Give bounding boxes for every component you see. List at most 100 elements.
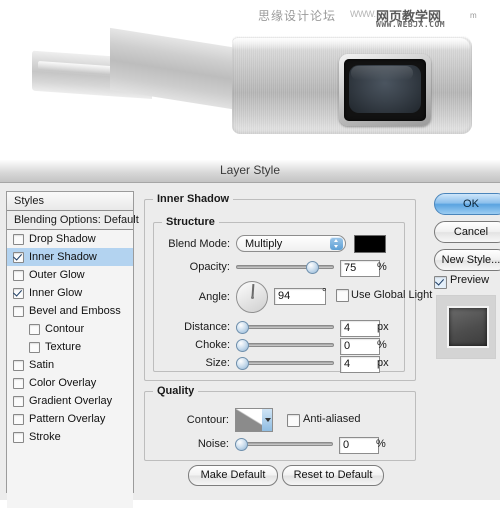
effect-checkbox[interactable] [13,269,24,281]
size-label: Size: [205,357,230,369]
blending-options-row[interactable]: Blending Options: Default [7,211,139,230]
effect-row[interactable]: Inner Glow [7,284,133,302]
distance-slider-thumb[interactable] [236,321,249,334]
effect-row[interactable]: Gradient Overlay [7,392,133,410]
effect-checkbox[interactable] [13,287,24,299]
effect-label: Outer Glow [29,269,85,281]
metallic-device-image [32,27,472,151]
effect-label: Contour [45,323,85,335]
preview-thumbnail [436,295,496,359]
angle-label: Angle: [198,291,230,303]
quality-group: Quality Contour: Anti-aliased Noise: 0 % [144,385,416,461]
effect-row[interactable]: Outer Glow [7,266,133,284]
choke-input[interactable]: 0 [340,338,380,355]
layer-style-dialog: Layer Style Styles Blending Options: Def… [0,160,500,508]
effect-label: Gradient Overlay [29,395,113,407]
effect-checkbox[interactable] [13,305,24,317]
size-slider-track [236,361,334,365]
inner-shadow-group: Inner Shadow Structure Blend Mode: Multi… [144,193,432,381]
shadow-color-swatch[interactable] [354,235,386,253]
noise-unit: % [376,438,386,450]
styles-panel: Styles Blending Options: Default Drop Sh… [6,191,139,508]
effect-checkbox[interactable] [13,431,24,443]
chevron-updown-icon [330,237,343,250]
size-unit: px [377,357,389,369]
effect-checkbox[interactable] [13,359,24,371]
angle-input[interactable]: 94 [274,288,326,305]
distance-input[interactable]: 4 [340,320,380,337]
blend-mode-label: Blend Mode: [168,238,230,250]
device-neck [110,27,250,112]
choke-slider-track [236,343,334,347]
opacity-slider-track [236,265,334,269]
choke-slider[interactable] [236,339,334,352]
distance-slider-track [236,325,334,329]
choke-label: Choke: [195,339,230,351]
effect-row[interactable]: Drop Shadow [7,230,133,248]
photo-area: 思缘设计论坛 WWW. 网页教学网 m WWW.WEBJX.COM [0,0,500,160]
device-screen-gloss [351,66,413,80]
use-global-light-checkbox[interactable] [336,289,349,302]
effect-row[interactable]: Stroke [7,428,133,446]
effect-row[interactable]: Texture [7,338,133,356]
effect-label: Drop Shadow [29,233,96,245]
device-screen-bezel [339,54,431,126]
distance-label: Distance: [184,321,230,333]
opacity-label: Opacity: [189,261,230,273]
opacity-slider-thumb[interactable] [306,261,319,274]
reset-to-default-button[interactable]: Reset to Default [282,465,384,486]
effect-checkbox[interactable] [13,251,24,263]
noise-slider-thumb[interactable] [235,438,248,451]
opacity-unit: % [377,261,387,273]
make-default-button[interactable]: Make Default [188,465,278,486]
effect-row[interactable]: Inner Shadow [7,248,133,266]
screenshot-root: 思缘设计论坛 WWW. 网页教学网 m WWW.WEBJX.COM Layer … [0,0,500,508]
opacity-slider[interactable] [236,261,334,274]
effect-label: Bevel and Emboss [29,305,121,317]
structure-group-label: Structure [162,216,219,228]
noise-label: Noise: [197,438,229,450]
size-slider-thumb[interactable] [236,357,249,370]
structure-group: Structure Blend Mode: Multiply Opacity: [153,216,432,373]
effect-label: Texture [45,341,82,353]
anti-aliased-checkbox[interactable] [287,414,300,427]
angle-dial-center [250,295,254,299]
dialog-titlebar[interactable]: Layer Style [0,160,500,183]
watermark-trailing: m [470,11,477,20]
choke-slider-thumb[interactable] [236,339,249,352]
effect-row[interactable]: Pattern Overlay [7,410,133,428]
size-input[interactable]: 4 [340,356,380,373]
effect-checkbox[interactable] [13,395,24,407]
effect-row[interactable]: Color Overlay [7,374,133,392]
contour-preset-swatch[interactable] [235,408,273,432]
effect-checkbox[interactable] [13,233,24,245]
device-screen-outer [344,59,426,121]
cancel-button[interactable]: Cancel [434,221,500,243]
effect-checkbox[interactable] [13,413,24,425]
effect-checkbox[interactable] [29,341,40,353]
effect-row[interactable]: Satin [7,356,133,374]
effect-label: Pattern Overlay [29,413,106,425]
angle-dial[interactable] [236,281,268,313]
effect-row[interactable]: Bevel and Emboss [7,302,133,320]
effect-label: Satin [29,359,55,371]
chevron-down-icon[interactable] [262,409,272,431]
size-slider[interactable] [236,357,334,370]
effect-checkbox[interactable] [29,323,40,335]
blend-mode-value: Multiply [245,238,283,250]
effect-label: Inner Shadow [29,251,97,263]
choke-unit: % [377,339,387,351]
effect-checkbox[interactable] [13,377,24,389]
dialog-actions-panel: OK Cancel New Style... Preview [428,191,500,491]
effect-row[interactable]: Contour [7,320,133,338]
noise-input[interactable]: 0 [339,437,379,454]
noise-slider[interactable] [235,438,333,451]
opacity-input[interactable]: 75 [340,260,380,277]
new-style-button[interactable]: New Style... [434,249,500,271]
preview-thumbnail-shape [447,306,489,348]
preview-checkbox[interactable] [434,276,447,289]
distance-slider[interactable] [236,321,334,334]
ok-button[interactable]: OK [434,193,500,215]
blend-mode-select[interactable]: Multiply [236,235,346,252]
watermark-www: WWW. [350,9,376,19]
